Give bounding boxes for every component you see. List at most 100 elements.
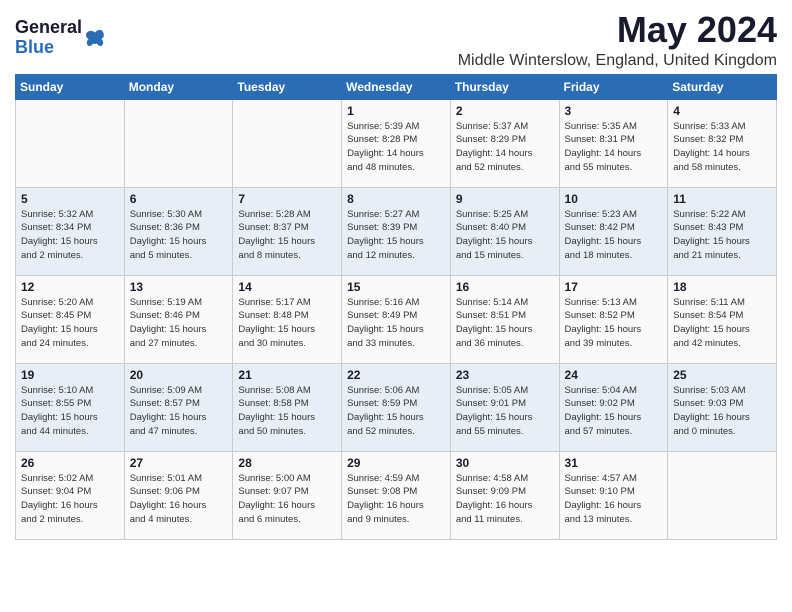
calendar-cell: 26 Sunrise: 5:02 AM Sunset: 9:04 PM Dayli… xyxy=(16,451,125,539)
title-area: May 2024 Middle Winterslow, England, Uni… xyxy=(458,10,777,70)
day-number: 29 xyxy=(347,456,445,470)
day-number: 28 xyxy=(238,456,336,470)
week-row-4: 19 Sunrise: 5:10 AM Sunset: 8:55 PM Dayli… xyxy=(16,363,777,451)
day-info: Sunrise: 5:23 AM Sunset: 8:42 PM Dayligh… xyxy=(565,208,663,263)
day-number: 3 xyxy=(565,104,663,118)
day-number: 27 xyxy=(130,456,228,470)
calendar-cell: 8 Sunrise: 5:27 AM Sunset: 8:39 PM Daylig… xyxy=(342,187,451,275)
calendar-cell xyxy=(233,99,342,187)
calendar-cell: 30Sunrise: 4:58 AM Sunset: 9:09 PM Dayli… xyxy=(450,451,559,539)
day-number: 19 xyxy=(21,368,119,382)
day-info: Sunrise: 5:22 AM Sunset: 8:43 PM Dayligh… xyxy=(673,208,771,263)
header-day-tuesday: Tuesday xyxy=(233,74,342,99)
header-day-monday: Monday xyxy=(124,74,233,99)
header-day-friday: Friday xyxy=(559,74,668,99)
calendar-cell: 27 Sunrise: 5:01 AM Sunset: 9:06 PM Dayli… xyxy=(124,451,233,539)
calendar-cell: 14Sunrise: 5:17 AM Sunset: 8:48 PM Dayli… xyxy=(233,275,342,363)
calendar-cell: 16 Sunrise: 5:14 AM Sunset: 8:51 PM Dayli… xyxy=(450,275,559,363)
day-info: Sunrise: 5:13 AM Sunset: 8:52 PM Dayligh… xyxy=(565,296,663,351)
calendar-cell: 5 Sunrise: 5:32 AM Sunset: 8:34 PM Daylig… xyxy=(16,187,125,275)
day-info: Sunrise: 5:06 AM Sunset: 8:59 PM Dayligh… xyxy=(347,384,445,439)
calendar-cell: 24Sunrise: 5:04 AM Sunset: 9:02 PM Dayli… xyxy=(559,363,668,451)
calendar-cell: 21Sunrise: 5:08 AM Sunset: 8:58 PM Dayli… xyxy=(233,363,342,451)
calendar-cell: 7Sunrise: 5:28 AM Sunset: 8:37 PM Daylig… xyxy=(233,187,342,275)
day-number: 16 xyxy=(456,280,554,294)
calendar-cell: 15Sunrise: 5:16 AM Sunset: 8:49 PM Dayli… xyxy=(342,275,451,363)
day-number: 13 xyxy=(130,280,228,294)
day-info: Sunrise: 5:11 AM Sunset: 8:54 PM Dayligh… xyxy=(673,296,771,351)
calendar-cell xyxy=(124,99,233,187)
day-number: 14 xyxy=(238,280,336,294)
week-row-3: 12Sunrise: 5:20 AM Sunset: 8:45 PM Dayli… xyxy=(16,275,777,363)
week-row-1: 1Sunrise: 5:39 AM Sunset: 8:28 PM Daylig… xyxy=(16,99,777,187)
day-info: Sunrise: 5:39 AM Sunset: 8:28 PM Dayligh… xyxy=(347,120,445,175)
calendar-cell: 10 Sunrise: 5:23 AM Sunset: 8:42 PM Dayli… xyxy=(559,187,668,275)
day-info: Sunrise: 5:05 AM Sunset: 9:01 PM Dayligh… xyxy=(456,384,554,439)
day-info: Sunrise: 4:57 AM Sunset: 9:10 PM Dayligh… xyxy=(565,472,663,527)
logo: General Blue xyxy=(15,18,106,58)
day-number: 18 xyxy=(673,280,771,294)
logo-general-text: General xyxy=(15,18,82,38)
header-day-thursday: Thursday xyxy=(450,74,559,99)
day-info: Sunrise: 5:02 AM Sunset: 9:04 PM Dayligh… xyxy=(21,472,119,527)
day-number: 2 xyxy=(456,104,554,118)
calendar-cell: 6 Sunrise: 5:30 AM Sunset: 8:36 PM Daylig… xyxy=(124,187,233,275)
day-number: 10 xyxy=(565,192,663,206)
day-info: Sunrise: 5:14 AM Sunset: 8:51 PM Dayligh… xyxy=(456,296,554,351)
header-day-wednesday: Wednesday xyxy=(342,74,451,99)
calendar-cell: 1Sunrise: 5:39 AM Sunset: 8:28 PM Daylig… xyxy=(342,99,451,187)
day-number: 25 xyxy=(673,368,771,382)
day-info: Sunrise: 5:27 AM Sunset: 8:39 PM Dayligh… xyxy=(347,208,445,263)
calendar-subtitle: Middle Winterslow, England, United Kingd… xyxy=(458,52,777,70)
day-number: 31 xyxy=(565,456,663,470)
day-number: 20 xyxy=(130,368,228,382)
day-info: Sunrise: 5:33 AM Sunset: 8:32 PM Dayligh… xyxy=(673,120,771,175)
day-info: Sunrise: 5:32 AM Sunset: 8:34 PM Dayligh… xyxy=(21,208,119,263)
day-number: 22 xyxy=(347,368,445,382)
logo-bird-icon xyxy=(84,29,106,47)
day-number: 26 xyxy=(21,456,119,470)
calendar-cell: 17 Sunrise: 5:13 AM Sunset: 8:52 PM Dayli… xyxy=(559,275,668,363)
calendar-table: SundayMondayTuesdayWednesdayThursdayFrid… xyxy=(15,74,777,540)
calendar-cell: 9 Sunrise: 5:25 AM Sunset: 8:40 PM Daylig… xyxy=(450,187,559,275)
day-info: Sunrise: 4:58 AM Sunset: 9:09 PM Dayligh… xyxy=(456,472,554,527)
calendar-cell: 23 Sunrise: 5:05 AM Sunset: 9:01 PM Dayli… xyxy=(450,363,559,451)
day-info: Sunrise: 5:01 AM Sunset: 9:06 PM Dayligh… xyxy=(130,472,228,527)
day-info: Sunrise: 5:09 AM Sunset: 8:57 PM Dayligh… xyxy=(130,384,228,439)
week-row-5: 26 Sunrise: 5:02 AM Sunset: 9:04 PM Dayli… xyxy=(16,451,777,539)
day-info: Sunrise: 5:30 AM Sunset: 8:36 PM Dayligh… xyxy=(130,208,228,263)
calendar-cell: 20 Sunrise: 5:09 AM Sunset: 8:57 PM Dayli… xyxy=(124,363,233,451)
day-number: 9 xyxy=(456,192,554,206)
day-info: Sunrise: 5:25 AM Sunset: 8:40 PM Dayligh… xyxy=(456,208,554,263)
header-row: SundayMondayTuesdayWednesdayThursdayFrid… xyxy=(16,74,777,99)
day-info: Sunrise: 5:03 AM Sunset: 9:03 PM Dayligh… xyxy=(673,384,771,439)
week-row-2: 5 Sunrise: 5:32 AM Sunset: 8:34 PM Daylig… xyxy=(16,187,777,275)
calendar-cell: 29 Sunrise: 4:59 AM Sunset: 9:08 PM Dayli… xyxy=(342,451,451,539)
calendar-cell: 13Sunrise: 5:19 AM Sunset: 8:46 PM Dayli… xyxy=(124,275,233,363)
day-number: 4 xyxy=(673,104,771,118)
calendar-cell: 25 Sunrise: 5:03 AM Sunset: 9:03 PM Dayli… xyxy=(668,363,777,451)
day-number: 8 xyxy=(347,192,445,206)
day-info: Sunrise: 5:10 AM Sunset: 8:55 PM Dayligh… xyxy=(21,384,119,439)
day-number: 6 xyxy=(130,192,228,206)
day-info: Sunrise: 5:20 AM Sunset: 8:45 PM Dayligh… xyxy=(21,296,119,351)
day-info: Sunrise: 4:59 AM Sunset: 9:08 PM Dayligh… xyxy=(347,472,445,527)
day-info: Sunrise: 5:04 AM Sunset: 9:02 PM Dayligh… xyxy=(565,384,663,439)
day-number: 15 xyxy=(347,280,445,294)
header-day-sunday: Sunday xyxy=(16,74,125,99)
header-day-saturday: Saturday xyxy=(668,74,777,99)
day-number: 5 xyxy=(21,192,119,206)
day-info: Sunrise: 5:35 AM Sunset: 8:31 PM Dayligh… xyxy=(565,120,663,175)
calendar-cell: 22 Sunrise: 5:06 AM Sunset: 8:59 PM Dayli… xyxy=(342,363,451,451)
calendar-cell: 3 Sunrise: 5:35 AM Sunset: 8:31 PM Daylig… xyxy=(559,99,668,187)
calendar-cell: 11Sunrise: 5:22 AM Sunset: 8:43 PM Dayli… xyxy=(668,187,777,275)
day-number: 17 xyxy=(565,280,663,294)
calendar-cell: 28Sunrise: 5:00 AM Sunset: 9:07 PM Dayli… xyxy=(233,451,342,539)
header: General Blue May 2024 Middle Winterslow,… xyxy=(15,10,777,70)
calendar-cell xyxy=(16,99,125,187)
calendar-cell: 4 Sunrise: 5:33 AM Sunset: 8:32 PM Daylig… xyxy=(668,99,777,187)
day-number: 23 xyxy=(456,368,554,382)
calendar-cell: 19 Sunrise: 5:10 AM Sunset: 8:55 PM Dayli… xyxy=(16,363,125,451)
calendar-cell: 31 Sunrise: 4:57 AM Sunset: 9:10 PM Dayli… xyxy=(559,451,668,539)
day-info: Sunrise: 5:08 AM Sunset: 8:58 PM Dayligh… xyxy=(238,384,336,439)
